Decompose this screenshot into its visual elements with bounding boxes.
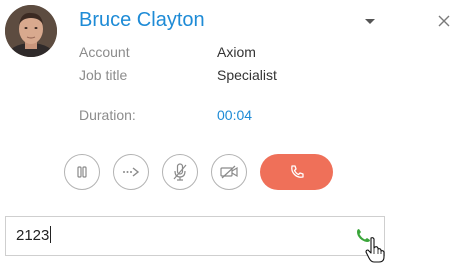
account-label: Account (79, 44, 130, 60)
pause-button[interactable] (64, 154, 100, 190)
job-title-value: Specialist (217, 67, 277, 83)
close-icon[interactable] (437, 13, 451, 29)
video-off-icon (220, 165, 238, 179)
dial-input[interactable]: 2123 (16, 227, 49, 244)
avatar (5, 5, 57, 57)
chevron-down-icon[interactable] (362, 14, 378, 28)
contact-name[interactable]: Bruce Clayton (79, 9, 205, 32)
hang-up-icon (290, 165, 304, 178)
duration-label: Duration: (79, 107, 136, 123)
job-title-label: Job title (79, 67, 128, 83)
dial-input-box[interactable]: 2123 (5, 216, 385, 256)
account-value: Axiom (217, 44, 256, 60)
duration-value: 00:04 (217, 107, 253, 123)
call-panel: Bruce Clayton Account Axiom Job title Sp… (0, 0, 451, 265)
text-caret (50, 226, 52, 243)
mute-button[interactable] (162, 154, 198, 190)
hand-cursor-icon (364, 236, 386, 264)
video-button[interactable] (211, 154, 247, 190)
transfer-icon (123, 167, 140, 177)
hang-up-button[interactable] (260, 154, 333, 190)
transfer-button[interactable] (113, 154, 149, 190)
mute-microphone-icon (173, 163, 187, 181)
pause-icon (77, 166, 87, 178)
